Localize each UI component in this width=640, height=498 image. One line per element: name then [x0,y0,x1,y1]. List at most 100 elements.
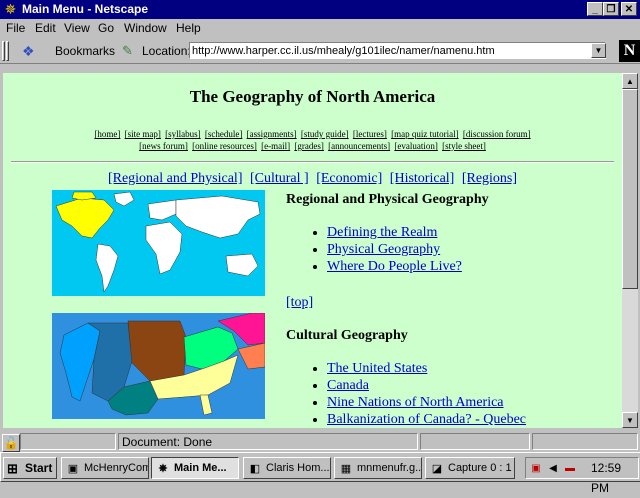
location-icon[interactable]: ✎ [122,42,138,60]
nav-link-schedule[interactable]: [schedule] [205,129,242,139]
netscape-icon: ✵ [158,463,168,475]
nav-link-map-quiz-tutorial[interactable]: [map quiz tutorial] [391,129,458,139]
nav-link-news-forum[interactable]: [news forum] [139,141,188,151]
scroll-thumb[interactable] [622,89,638,289]
maximize-button[interactable]: ❐ [603,2,619,16]
netscape-logo[interactable]: N [619,40,640,62]
nav-link-study-guide[interactable]: [study guide] [301,129,349,139]
netscape-window-icon[interactable]: ✵ [3,2,18,17]
component-bar [532,433,638,450]
link-balkanization-quebec[interactable]: Balkanization of Canada? - Quebec [327,412,526,427]
window-title: Main Menu - Netscape [22,2,149,16]
nav-link-announcements[interactable]: [announcements] [328,141,390,151]
nav-link-evaluation[interactable]: [evaluation] [394,141,437,151]
minimize-button[interactable]: _ [587,2,603,16]
list-item: The United States [327,360,526,377]
link-where-do-people-live[interactable]: Where Do People Live? [327,259,462,274]
close-button[interactable]: ✕ [621,2,637,16]
nav-link-assignments[interactable]: [assignments] [247,129,297,139]
menu-go[interactable]: Go [98,21,114,35]
taskbar: ⊞ Start ▣ McHenryCom... ✵ Main Me... ◧ C… [0,452,640,495]
list-item: Where Do People Live? [327,258,462,275]
system-tray: ▣ ◀ ▬ 12:59 PM [525,457,639,495]
nav-link-syllabus[interactable]: [syllabus] [165,129,201,139]
windows-flag-icon: ⊞ [7,461,18,476]
security-lock-icon[interactable]: 🔓 [2,434,20,452]
window-icon: ▣ [67,463,79,475]
nav-link-lectures[interactable]: [lectures] [353,129,387,139]
section-link-cultural[interactable]: [Cultural ] [250,171,309,186]
link-nine-nations[interactable]: Nine Nations of North America [327,395,504,410]
list-item: Balkanization of Canada? - Quebec [327,411,526,428]
regional-link-list: Defining the Realm Physical Geography Wh… [301,224,462,275]
list-item: Nine Nations of North America [327,394,526,411]
vertical-scrollbar[interactable]: ▲ ▼ [622,73,638,428]
link-canada[interactable]: Canada [327,378,369,393]
toolbar-tab-strip[interactable] [0,63,640,73]
menu-file[interactable]: File [6,21,25,35]
horizontal-divider [11,161,614,163]
url-input[interactable]: http://www.harper.cc.il.us/mhealy/g101il… [189,42,606,59]
page-title: The Geography of North America [189,87,436,106]
world-map-image[interactable] [52,190,265,296]
list-item: Physical Geography [327,241,462,258]
status-pane [420,433,530,450]
section-nav: [Regional and Physical] [Cultural ] [Eco… [3,171,622,187]
scroll-up-button[interactable]: ▲ [622,73,638,89]
nav-link-grades[interactable]: [grades] [294,141,323,151]
us-cultural-map-image[interactable] [52,313,265,419]
location-toolbar: ❖ Bookmarks ✎ Location: http://www.harpe… [0,39,640,63]
scroll-down-button[interactable]: ▼ [622,412,638,428]
toolbar-grip[interactable] [2,41,5,61]
site-nav-row-2: [news forum] [online resources] [e-mail]… [3,141,622,151]
link-defining-the-realm[interactable]: Defining the Realm [327,225,437,240]
menu-bar: File Edit View Go Window Help [0,19,640,38]
menu-view[interactable]: View [64,21,90,35]
list-item: Defining the Realm [327,224,462,241]
task-mchenrycom[interactable]: ▣ McHenryCom... [61,457,149,479]
task-claris-home[interactable]: ◧ Claris Hom... [243,457,331,479]
nav-link-discussion-forum[interactable]: [discussion forum] [463,129,531,139]
menu-help[interactable]: Help [176,21,201,35]
image-icon: ▦ [340,463,352,475]
clock[interactable]: 12:59 PM [591,458,638,498]
bookmarks-button[interactable]: Bookmarks [55,44,115,58]
volume-icon[interactable]: ◀ [545,461,561,477]
status-text: Document: Done [118,433,418,450]
title-bar: ✵ Main Menu - Netscape _ ❐ ✕ [0,0,640,19]
link-physical-geography[interactable]: Physical Geography [327,242,440,257]
toolbar-grip[interactable] [6,41,9,61]
claris-icon: ◧ [249,463,261,475]
section-link-regions[interactable]: [Regions] [462,171,517,186]
link-the-united-states[interactable]: The United States [327,361,427,376]
task-capture[interactable]: ◪ Capture 0 : 1 [425,457,515,479]
nav-link-style-sheet[interactable]: [style sheet] [442,141,486,151]
site-nav-row-1: [home] [site map] [syllabus] [schedule] … [3,129,622,139]
bookmarks-icon[interactable]: ❖ [22,42,40,60]
section-link-regional-physical[interactable]: [Regional and Physical] [108,171,243,186]
task-main-menu[interactable]: ✵ Main Me... [151,457,239,479]
top-link[interactable]: [top] [286,295,313,311]
cultural-heading: Cultural Geography [286,328,408,343]
status-bar: 🔓 Document: Done [0,432,640,452]
page-content: The Geography of North America [home] [s… [3,73,622,428]
location-label: Location: [142,44,191,58]
nav-link-site-map[interactable]: [site map] [125,129,161,139]
nav-link-online-resources[interactable]: [online resources] [192,141,257,151]
cultural-link-list: The United States Canada Nine Nations of… [301,360,526,428]
nav-link-home[interactable]: [home] [94,129,120,139]
list-item: Canada [327,377,526,394]
section-link-economic[interactable]: [Economic] [316,171,382,186]
url-dropdown-button[interactable]: ▼ [591,43,606,58]
task-mnmenufr[interactable]: ▦ mnmenufr.g... [334,457,422,479]
tray-app-icon[interactable]: ▣ [528,461,544,477]
nav-link-e-mail[interactable]: [e-mail] [261,141,290,151]
regional-heading: Regional and Physical Geography [286,192,489,207]
section-link-historical[interactable]: [Historical] [390,171,455,186]
start-button[interactable]: ⊞ Start [3,457,57,479]
capture-icon: ◪ [431,463,443,475]
progress-pane [20,433,116,450]
tray-battery-icon[interactable]: ▬ [562,461,578,477]
menu-edit[interactable]: Edit [35,21,56,35]
menu-window[interactable]: Window [124,21,167,35]
